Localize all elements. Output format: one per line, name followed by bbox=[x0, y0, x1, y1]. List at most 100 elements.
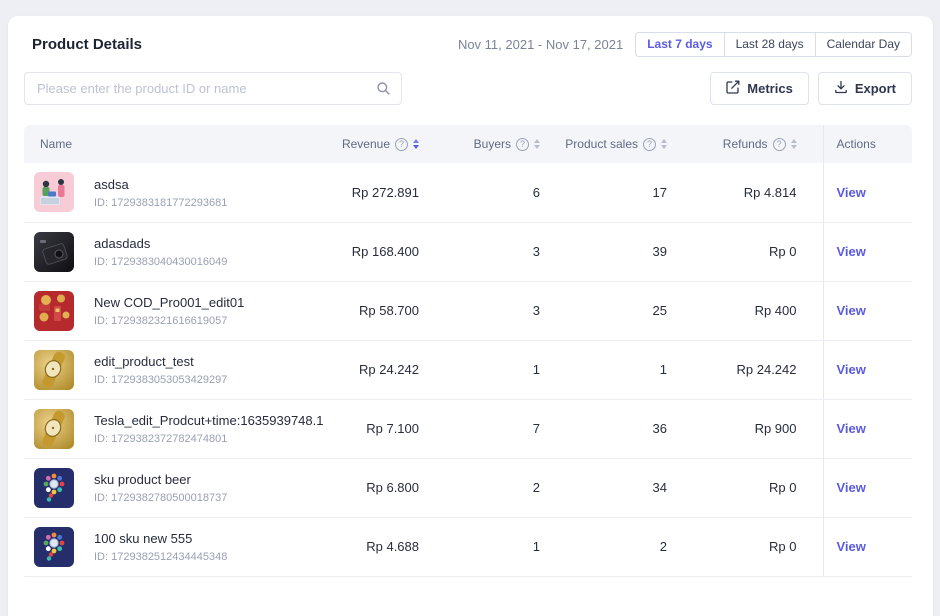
refunds-value: Rp 900 bbox=[675, 399, 823, 458]
product-id: ID: 1729383053053429297 bbox=[94, 374, 330, 386]
product-name: edit_product_test bbox=[94, 353, 330, 370]
buyers-value: 1 bbox=[430, 340, 550, 399]
buyers-value: 2 bbox=[430, 458, 550, 517]
revenue-sort-icon[interactable] bbox=[413, 139, 419, 149]
view-link[interactable]: View bbox=[837, 244, 866, 259]
product-name: sku product beer bbox=[94, 471, 330, 488]
revenue-value: Rp 7.100 bbox=[330, 399, 430, 458]
product-name: New COD_Pro001_edit01 bbox=[94, 294, 330, 311]
revenue-value: Rp 6.800 bbox=[330, 458, 430, 517]
product-sales-value: 25 bbox=[550, 281, 675, 340]
actions-cell: View bbox=[823, 340, 912, 399]
revenue-value: Rp 58.700 bbox=[330, 281, 430, 340]
column-product-sales[interactable]: Product sales ? bbox=[550, 125, 675, 163]
buyers-value: 3 bbox=[430, 222, 550, 281]
table-header-row: Name Revenue ? Buyers ? bbox=[24, 125, 912, 163]
buyers-value: 6 bbox=[430, 163, 550, 222]
buyers-value: 1 bbox=[430, 517, 550, 576]
products-table: Name Revenue ? Buyers ? bbox=[24, 125, 912, 577]
date-range: Nov 11, 2021 - Nov 17, 2021 bbox=[458, 37, 623, 52]
page-title: Product Details bbox=[24, 36, 142, 53]
buyers-value: 7 bbox=[430, 399, 550, 458]
table-row: edit_product_test ID: 1729383053053429297… bbox=[24, 340, 912, 399]
table-row: New COD_Pro001_edit01ID: 172938232161661… bbox=[24, 281, 912, 340]
tab-last-7-days[interactable]: Last 7 days bbox=[635, 32, 724, 57]
product-thumbnail bbox=[34, 232, 74, 272]
export-download-icon bbox=[834, 80, 848, 97]
product-sales-value: 34 bbox=[550, 458, 675, 517]
table-row: adasdads ID: 1729383040430016049Rp 168.40… bbox=[24, 222, 912, 281]
date-range-tabs: Last 7 days Last 28 days Calendar Day bbox=[635, 32, 912, 57]
refunds-value: Rp 400 bbox=[675, 281, 823, 340]
product-sales-value: 36 bbox=[550, 399, 675, 458]
tab-calendar-day[interactable]: Calendar Day bbox=[815, 32, 912, 57]
column-name: Name bbox=[24, 125, 330, 163]
revenue-value: Rp 24.242 bbox=[330, 340, 430, 399]
refunds-info-icon[interactable]: ? bbox=[773, 138, 786, 151]
product-name: Tesla_edit_Prodcut+time:1635939748.1 bbox=[94, 412, 330, 429]
product-thumbnail bbox=[34, 172, 74, 212]
export-button-label: Export bbox=[855, 81, 896, 96]
table-row: 100 sku new 555ID: 1729382512434445348Rp… bbox=[24, 517, 912, 576]
search-input[interactable] bbox=[24, 72, 402, 105]
product-thumbnail bbox=[34, 409, 74, 449]
view-link[interactable]: View bbox=[837, 421, 866, 436]
product-name: 100 sku new 555 bbox=[94, 530, 330, 547]
view-link[interactable]: View bbox=[837, 303, 866, 318]
product-cell: New COD_Pro001_edit01ID: 172938232161661… bbox=[24, 281, 330, 340]
product-cell: Tesla_edit_Prodcut+time:1635939748.1 ID: … bbox=[24, 399, 330, 458]
column-actions: Actions bbox=[823, 125, 912, 163]
search-icon[interactable] bbox=[376, 81, 391, 101]
view-link[interactable]: View bbox=[837, 539, 866, 554]
buyers-value: 3 bbox=[430, 281, 550, 340]
view-link[interactable]: View bbox=[837, 362, 866, 377]
product-sales-value: 17 bbox=[550, 163, 675, 222]
column-buyers[interactable]: Buyers ? bbox=[430, 125, 550, 163]
product-thumbnail bbox=[34, 468, 74, 508]
actions-cell: View bbox=[823, 281, 912, 340]
revenue-info-icon[interactable]: ? bbox=[395, 138, 408, 151]
product-cell: sku product beer ID: 1729382780500018737 bbox=[24, 458, 330, 517]
view-link[interactable]: View bbox=[837, 480, 866, 495]
refunds-value: Rp 0 bbox=[675, 222, 823, 281]
column-revenue[interactable]: Revenue ? bbox=[330, 125, 430, 163]
buyers-info-icon[interactable]: ? bbox=[516, 138, 529, 151]
refunds-value: Rp 0 bbox=[675, 458, 823, 517]
metrics-button-label: Metrics bbox=[747, 81, 793, 96]
product-search bbox=[24, 72, 402, 105]
revenue-value: Rp 168.400 bbox=[330, 222, 430, 281]
metrics-edit-icon bbox=[726, 80, 740, 97]
actions-cell: View bbox=[823, 458, 912, 517]
product-sales-info-icon[interactable]: ? bbox=[643, 138, 656, 151]
view-link[interactable]: View bbox=[837, 185, 866, 200]
column-refunds[interactable]: Refunds ? bbox=[675, 125, 823, 163]
revenue-value: Rp 4.688 bbox=[330, 517, 430, 576]
product-id: ID: 1729383181772293681 bbox=[94, 197, 330, 209]
product-sales-sort-icon[interactable] bbox=[661, 139, 667, 149]
product-name: adasdads bbox=[94, 235, 330, 252]
refunds-sort-icon[interactable] bbox=[791, 139, 797, 149]
refunds-value: Rp 4.814 bbox=[675, 163, 823, 222]
product-id: ID: 1729382372782474801 bbox=[94, 433, 330, 445]
product-id: ID: 1729382780500018737 bbox=[94, 492, 330, 504]
product-thumbnail bbox=[34, 350, 74, 390]
metrics-button[interactable]: Metrics bbox=[710, 72, 809, 105]
actions-cell: View bbox=[823, 399, 912, 458]
product-sales-value: 39 bbox=[550, 222, 675, 281]
product-sales-value: 1 bbox=[550, 340, 675, 399]
buyers-sort-icon[interactable] bbox=[534, 139, 540, 149]
product-cell: edit_product_test ID: 1729383053053429297 bbox=[24, 340, 330, 399]
product-cell: asdsaID: 1729383181772293681 bbox=[24, 163, 330, 222]
tab-last-28-days[interactable]: Last 28 days bbox=[724, 32, 816, 57]
product-details-card: Product Details Nov 11, 2021 - Nov 17, 2… bbox=[8, 16, 933, 616]
revenue-value: Rp 272.891 bbox=[330, 163, 430, 222]
header-bar: Product Details Nov 11, 2021 - Nov 17, 2… bbox=[24, 32, 912, 57]
refunds-value: Rp 24.242 bbox=[675, 340, 823, 399]
product-cell: 100 sku new 555ID: 1729382512434445348 bbox=[24, 517, 330, 576]
table-row: asdsaID: 1729383181772293681Rp 272.89161… bbox=[24, 163, 912, 222]
toolbar: Metrics Export bbox=[24, 72, 912, 105]
export-button[interactable]: Export bbox=[818, 72, 912, 105]
product-sales-value: 2 bbox=[550, 517, 675, 576]
product-id: ID: 1729383040430016049 bbox=[94, 256, 330, 268]
actions-cell: View bbox=[823, 222, 912, 281]
